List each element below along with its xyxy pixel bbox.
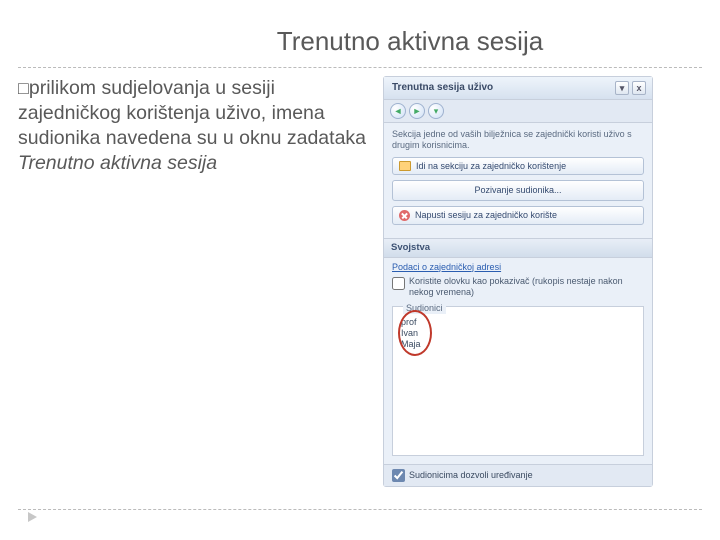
go-to-section-label: Idi na sekciju za zajedničko korištenje [416,161,566,172]
pointer-checkbox-label: Koristite olovku kao pokazivač (rukopis … [409,276,644,298]
leave-session-label: Napusti sesiju za zajedničko korište [415,210,557,221]
allow-edit-checkbox[interactable] [392,469,405,482]
nav-home-icon[interactable]: ▾ [428,103,444,119]
pane-nav: ◄ ► ▾ [384,100,652,123]
close-icon[interactable]: x [632,81,646,95]
allow-edit-row[interactable]: Sudionicima dozvoli uređivanje [384,464,652,486]
bullet-italic: Trenutno aktivna sesija [18,152,217,174]
pane-title: Trenutna sesija uživo [392,82,493,94]
slide-title: Trenutno aktivna sesija [0,0,720,67]
bullet-lead: prilikom [29,77,102,99]
slide-marker-icon [28,512,37,522]
participant-item: Ivan [401,328,635,339]
leave-icon [399,210,410,221]
bullet-mark: □ [18,78,29,98]
pane-dropdown-icon[interactable]: ▾ [615,81,629,95]
pane-description: Sekcija jedne od vaših bilježnica se zaj… [392,129,644,151]
pane-header: Trenutna sesija uživo ▾ x [384,77,652,100]
invite-participants-button[interactable]: Pozivanje sudionika... [392,180,644,201]
leave-session-button[interactable]: Napusti sesiju za zajedničko korište [392,206,644,225]
participants-box: Sudionici prof Ivan Maja [392,306,644,456]
task-pane-screenshot: Trenutna sesija uživo ▾ x ◄ ► ▾ Sekcija … [383,76,683,487]
participant-item: Maja [401,339,635,350]
task-pane: Trenutna sesija uživo ▾ x ◄ ► ▾ Sekcija … [383,76,653,487]
allow-edit-label: Sudionicima dozvoli uređivanje [409,470,533,481]
nav-back-icon[interactable]: ◄ [390,103,406,119]
participants-list: prof Ivan Maja [393,307,643,355]
section-icon [399,161,411,171]
nav-fwd-icon[interactable]: ► [409,103,425,119]
divider-bottom [18,509,702,510]
pointer-checkbox-row[interactable]: Koristite olovku kao pokazivač (rukopis … [384,274,652,300]
participant-item: prof [401,317,635,328]
pointer-checkbox[interactable] [392,277,405,290]
share-info-link[interactable]: Podaci o zajedničkoj adresi [384,258,652,275]
invite-participants-label: Pozivanje sudionika... [474,185,561,196]
bullet-text: □prilikom sudjelovanja u sesiji zajednič… [18,76,383,487]
content-row: □prilikom sudjelovanja u sesiji zajednič… [0,68,720,487]
properties-header: Svojstva [384,238,652,257]
pane-body: Sekcija jedne od vaših bilježnica se zaj… [384,123,652,238]
go-to-section-button[interactable]: Idi na sekciju za zajedničko korištenje [392,157,644,176]
participants-label: Sudionici [403,303,446,314]
